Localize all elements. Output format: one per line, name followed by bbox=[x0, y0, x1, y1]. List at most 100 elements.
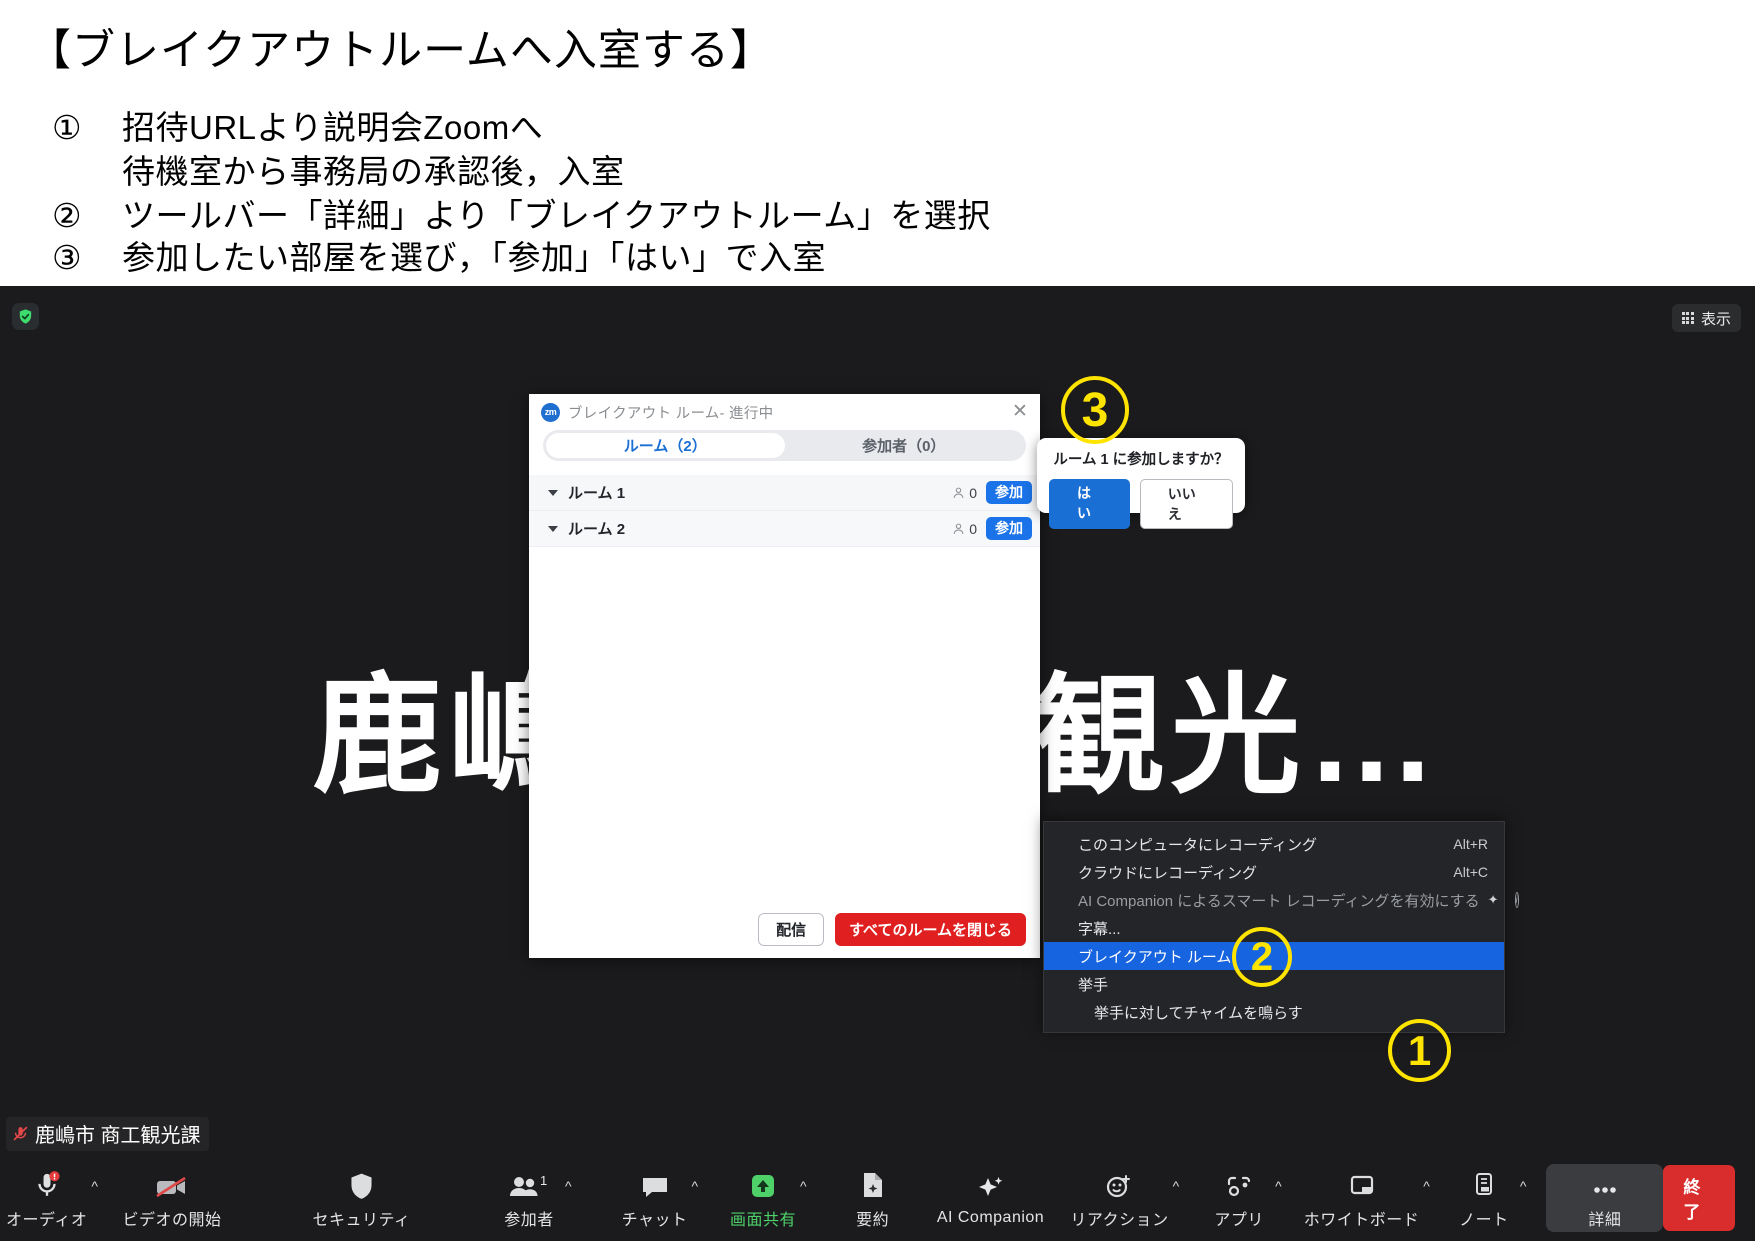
menu-item-raise-hand-chime[interactable]: 挙手に対してチャイムを鳴らす bbox=[1044, 998, 1504, 1026]
menu-item-label: クラウドにレコーディング bbox=[1078, 864, 1257, 882]
join-room-button[interactable]: 参加 bbox=[986, 481, 1032, 504]
toolbar-group-reactions: リアクション ^ bbox=[1064, 1164, 1179, 1232]
bullet-text: 参加したい部屋を選び，「参加」「はい」で入室 bbox=[122, 239, 826, 276]
menu-item-label: AI Companion によるスマート レコーディングを有効にする bbox=[1078, 892, 1480, 910]
toolbar-label: 参加者 bbox=[504, 1211, 554, 1229]
svg-text:1: 1 bbox=[540, 1173, 547, 1188]
grid-icon bbox=[1681, 312, 1694, 324]
toolbar-group-whiteboard: ホワイトボード ^ bbox=[1298, 1164, 1430, 1232]
zoom-logo-icon: zm bbox=[541, 402, 560, 422]
toolbar-group-notes: ノート ^ bbox=[1446, 1164, 1526, 1232]
bullet-number: ② bbox=[52, 197, 83, 234]
toolbar-label: 詳細 bbox=[1588, 1211, 1622, 1229]
menu-item-shortcut: Alt+C bbox=[1453, 864, 1488, 880]
bullet-text: 招待URLより説明会Zoomへ bbox=[122, 109, 544, 146]
share-screen-icon bbox=[748, 1167, 778, 1201]
person-icon bbox=[953, 487, 964, 498]
room-name: ルーム 2 bbox=[568, 521, 626, 538]
self-name-chip: 鹿嶋市 商工観光課 bbox=[6, 1117, 209, 1151]
toolbar-group-share: 画面共有 ^ bbox=[724, 1164, 807, 1232]
annotation-step-2: 2 bbox=[1232, 927, 1292, 987]
microphone-warning-icon bbox=[33, 1167, 61, 1201]
toolbar-group-participants: 1 参加者 ^ bbox=[491, 1164, 571, 1232]
info-icon[interactable]: i bbox=[1514, 892, 1519, 908]
menu-item-record-local[interactable]: このコンピュータにレコーディング Alt+R bbox=[1044, 830, 1504, 858]
join-room-button[interactable]: 参加 bbox=[986, 517, 1032, 540]
participants-icon: 1 bbox=[508, 1167, 550, 1201]
whiteboard-icon bbox=[1347, 1167, 1377, 1201]
dialog-titlebar: zm ブレイクアウト ルーム- 進行中 ✕ bbox=[529, 394, 1040, 430]
toolbar-chat-button[interactable]: チャット bbox=[616, 1164, 694, 1232]
close-icon[interactable]: ✕ bbox=[1010, 402, 1030, 422]
toolbar-summary-button[interactable]: 要約 bbox=[835, 1164, 911, 1232]
chevron-down-icon[interactable] bbox=[548, 525, 558, 532]
room-participant-count: 0 bbox=[969, 520, 977, 537]
menu-item-label: このコンピュータにレコーディング bbox=[1078, 836, 1317, 854]
sparkle-icon bbox=[975, 1170, 1007, 1204]
join-room-confirm-popup: ルーム 1 に参加しますか？ はい いいえ bbox=[1037, 438, 1245, 529]
zoom-meeting-stage: 鹿嶋市 商工観光… 表示 zm ブレイクアウト ルーム- 進行中 ✕ ルーム（2… bbox=[0, 286, 1755, 1241]
toolbar-label: ノート bbox=[1459, 1211, 1509, 1229]
menu-item-label: 挙手に対してチャイムを鳴らす bbox=[1094, 1004, 1303, 1022]
toolbar-label: ホワイトボード bbox=[1303, 1211, 1420, 1229]
shield-icon bbox=[348, 1167, 375, 1201]
toolbar-reactions-button[interactable]: リアクション bbox=[1064, 1164, 1174, 1232]
view-button-label: 表示 bbox=[1700, 310, 1731, 328]
toolbar-ai-companion-button[interactable]: AI Companion bbox=[935, 1164, 1047, 1232]
microphone-muted-icon bbox=[13, 1126, 28, 1141]
toolbar-more-button[interactable]: 詳細 bbox=[1546, 1164, 1664, 1232]
broadcast-button[interactable]: 配信 bbox=[758, 912, 825, 946]
slide-header: 【ブレイクアウトルームへ入室する】 ① 招待URLより説明会Zoomへ 待機室から… bbox=[0, 0, 1755, 322]
toolbar-security-button[interactable]: セキュリティ bbox=[310, 1164, 413, 1232]
summary-doc-icon bbox=[860, 1167, 886, 1201]
toolbar-notes-button[interactable]: ノート bbox=[1446, 1164, 1522, 1232]
toolbar-group-chat: チャット ^ bbox=[616, 1164, 698, 1232]
toolbar-label: 画面共有 bbox=[730, 1211, 797, 1229]
person-icon bbox=[953, 523, 964, 534]
dialog-title: ブレイクアウト ルーム- 進行中 bbox=[568, 405, 774, 422]
toolbar-label: アプリ bbox=[1214, 1211, 1264, 1229]
toolbar-label: ビデオの開始 bbox=[122, 1211, 222, 1229]
shield-check-icon[interactable] bbox=[12, 303, 39, 330]
dialog-footer: 配信 すべてのルームを閉じる bbox=[529, 900, 1040, 958]
menu-item-label: 挙手 bbox=[1078, 976, 1109, 994]
end-meeting-button[interactable]: 終了 bbox=[1663, 1165, 1735, 1231]
menu-item-shortcut: Alt+R bbox=[1453, 836, 1488, 852]
toolbar-audio-button[interactable]: オーディオ bbox=[0, 1164, 93, 1232]
bullet-number: ③ bbox=[52, 239, 83, 276]
reactions-icon bbox=[1104, 1167, 1134, 1201]
confirm-yes-button[interactable]: はい bbox=[1049, 479, 1130, 529]
menu-item-label: ブレイクアウト ルーム bbox=[1078, 948, 1232, 966]
join-confirm-message: ルーム 1 に参加しますか？ bbox=[1053, 452, 1229, 468]
toolbar-whiteboard-button[interactable]: ホワイトボード bbox=[1298, 1164, 1426, 1232]
toolbar-label: リアクション bbox=[1070, 1211, 1169, 1229]
table-row[interactable]: ルーム 1 0 参加 bbox=[529, 475, 1040, 511]
self-name-label: 鹿嶋市 商工観光課 bbox=[35, 1125, 201, 1147]
chevron-down-icon[interactable] bbox=[548, 489, 558, 496]
menu-item-record-cloud[interactable]: クラウドにレコーディング Alt+C bbox=[1044, 858, 1504, 886]
table-row[interactable]: ルーム 2 0 参加 bbox=[529, 511, 1040, 547]
toolbar-video-button[interactable]: ビデオの開始 bbox=[120, 1164, 224, 1232]
menu-item-label: 字幕... bbox=[1078, 920, 1121, 938]
toolbar-share-screen-button[interactable]: 画面共有 bbox=[724, 1164, 802, 1232]
tab-participants[interactable]: 参加者（0） bbox=[785, 433, 1024, 458]
rooms-list: ルーム 1 0 参加 ルーム 2 0 参加 bbox=[529, 475, 1040, 900]
confirm-no-button[interactable]: いいえ bbox=[1139, 479, 1233, 529]
toolbar-group-audio: オーディオ ^ bbox=[0, 1164, 98, 1232]
room-participant-count: 0 bbox=[969, 484, 977, 501]
menu-item-ai-smart-recording[interactable]: AI Companion によるスマート レコーディングを有効にする ✦ i bbox=[1044, 886, 1519, 914]
annotation-step-1: 1 bbox=[1388, 1019, 1451, 1082]
close-all-rooms-button[interactable]: すべてのルームを閉じる bbox=[835, 912, 1026, 946]
toolbar-participants-button[interactable]: 1 参加者 bbox=[491, 1164, 567, 1232]
view-button[interactable]: 表示 bbox=[1671, 304, 1741, 332]
bullet-text: 待機室から事務局の承認後，入室 bbox=[122, 153, 625, 190]
more-options-menu: このコンピュータにレコーディング Alt+R クラウドにレコーディング Alt+… bbox=[1043, 821, 1519, 1033]
page-title: 【ブレイクアウトルームへ入室する】 bbox=[28, 27, 774, 75]
toolbar-apps-button[interactable]: アプリ bbox=[1201, 1164, 1277, 1232]
sparkle-icon: ✦ bbox=[1487, 892, 1499, 907]
toolbar-label: オーディオ bbox=[6, 1211, 88, 1229]
toolbar-label: AI Companion bbox=[936, 1208, 1045, 1226]
more-dots-icon bbox=[1587, 1167, 1623, 1201]
notes-icon bbox=[1471, 1167, 1497, 1201]
tab-rooms[interactable]: ルーム（2） bbox=[546, 433, 785, 458]
